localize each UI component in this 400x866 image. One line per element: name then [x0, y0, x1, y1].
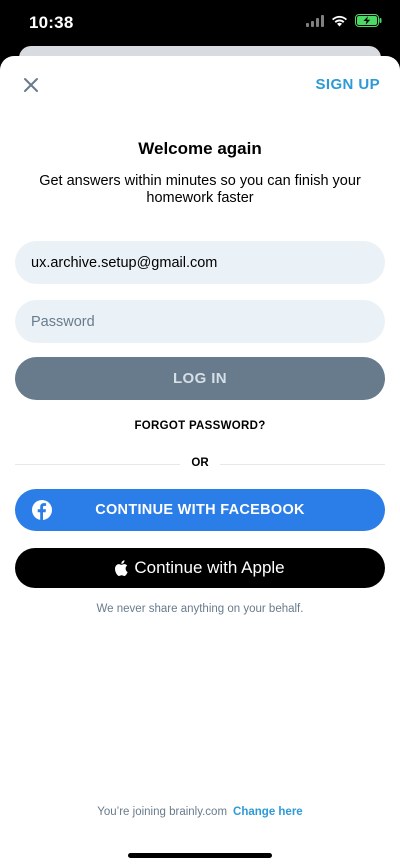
close-icon [24, 78, 38, 92]
email-field[interactable] [15, 241, 385, 284]
apple-icon [115, 560, 128, 576]
status-bar: 10:38 [0, 0, 400, 46]
facebook-button-label: CONTINUE WITH FACEBOOK [95, 502, 305, 518]
forgot-password-link[interactable]: FORGOT PASSWORD? [0, 420, 400, 432]
login-button[interactable]: LOG IN [15, 357, 385, 400]
home-indicator [128, 853, 272, 858]
apple-button-label: Continue with Apple [134, 558, 285, 577]
footer: You’re joining brainly.com Change here [0, 806, 400, 818]
status-icons [306, 14, 382, 27]
continue-with-apple-button[interactable]: Continue with Apple [15, 548, 385, 588]
change-here-link[interactable]: Change here [233, 806, 303, 818]
wifi-icon [332, 15, 347, 26]
page-title: Welcome again [138, 139, 262, 158]
page-subtitle: Get answers within minutes so you can fi… [39, 173, 361, 206]
continue-with-facebook-button[interactable]: CONTINUE WITH FACEBOOK [15, 489, 385, 531]
battery-charging-icon [355, 14, 382, 27]
or-label: OR [191, 457, 209, 469]
close-button[interactable] [18, 72, 44, 98]
joining-text: You’re joining brainly.com [97, 806, 228, 818]
signal-icon [306, 14, 324, 27]
privacy-note: We never share anything on your behalf. [96, 603, 304, 615]
status-time: 10:38 [29, 13, 74, 32]
password-field[interactable] [15, 300, 385, 343]
sign-up-link[interactable]: SIGN UP [316, 76, 380, 93]
